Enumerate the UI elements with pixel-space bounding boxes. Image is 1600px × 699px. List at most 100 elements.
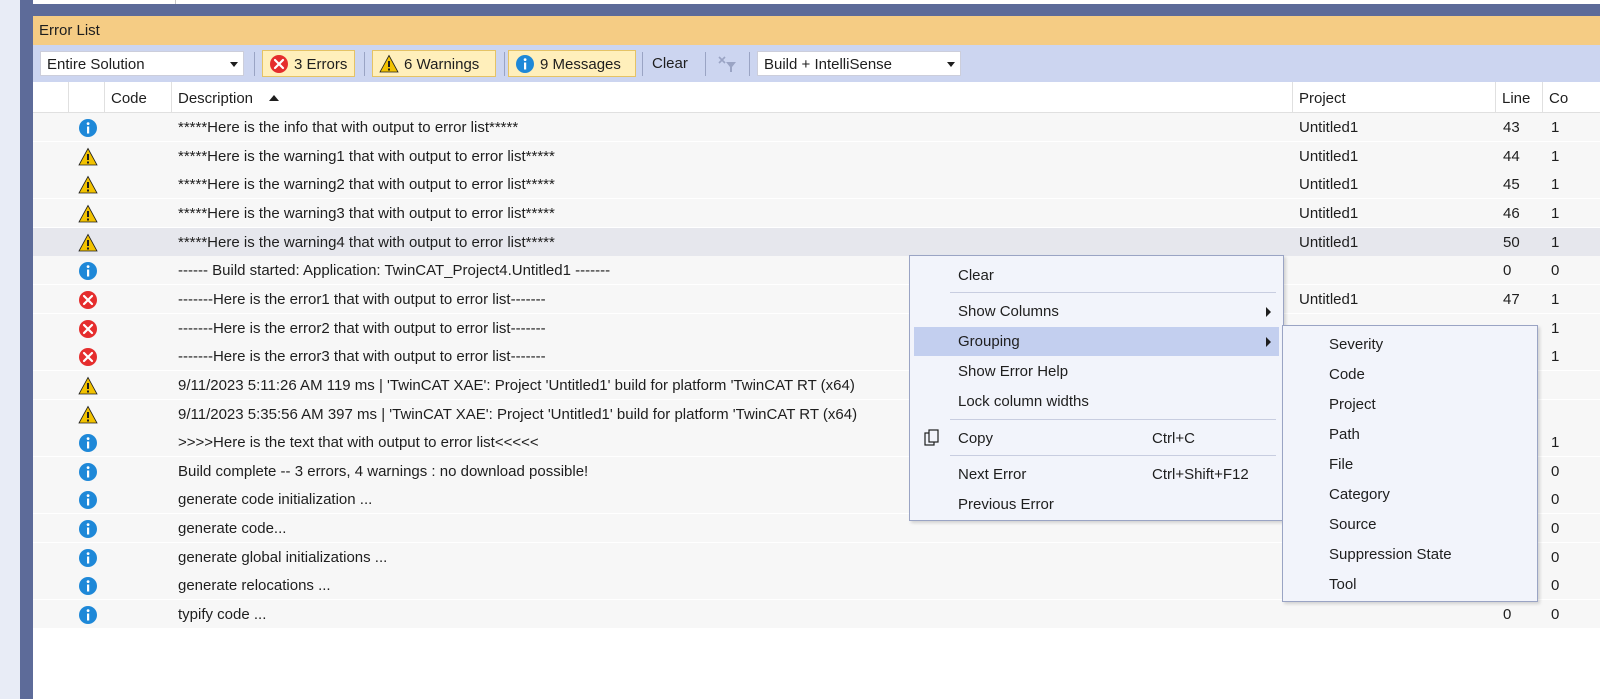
build-source-dropdown[interactable]: Build + IntelliSense (757, 51, 961, 76)
row-description: *****Here is the warning1 that with outp… (178, 147, 555, 165)
row-line: 47 (1503, 290, 1520, 308)
row-column: 0 (1551, 520, 1560, 538)
row-description: *****Here is the warning3 that with outp… (178, 204, 555, 222)
grouping-item-project[interactable]: Project (1287, 390, 1533, 420)
row-project: Untitled1 (1299, 204, 1359, 222)
menu-item-lock-column-widths-label: Lock column widths (958, 393, 1089, 410)
menu-item-previous-error[interactable]: Previous Error (914, 490, 1279, 519)
row-description: -------Here is the error1 that with outp… (178, 290, 546, 308)
menu-item-next-error-shortcut: Ctrl+Shift+F12 (1152, 466, 1249, 483)
toolbar-separator (504, 52, 505, 76)
scope-dropdown[interactable]: Entire Solution (40, 51, 244, 76)
menu-item-lock-column-widths[interactable]: Lock column widths (914, 387, 1279, 416)
clear-filter-button[interactable] (713, 50, 741, 77)
row-project: Untitled1 (1299, 119, 1359, 136)
row-column: 1 (1551, 290, 1560, 308)
table-row[interactable]: *****Here is the warning4 that with outp… (33, 227, 1600, 256)
panel-titlebar[interactable]: Error List (33, 16, 1600, 45)
row-line: 43 (1503, 119, 1520, 136)
errors-filter-button[interactable]: 3 Errors (262, 50, 355, 77)
row-column: 0 (1551, 577, 1560, 595)
menu-item-copy[interactable]: Copy Ctrl+C (914, 424, 1279, 453)
column-header-col[interactable]: Co (1542, 82, 1600, 112)
table-row[interactable]: -------Here is the error1 that with outp… (33, 284, 1600, 313)
document-tab-area (176, 0, 1600, 4)
row-line: 0 (1503, 262, 1512, 280)
column-header-blank[interactable] (33, 82, 68, 112)
clear-button[interactable]: Clear (646, 50, 692, 77)
row-description: *****Here is the warning2 that with outp… (178, 176, 555, 194)
column-header-project-label: Project (1299, 90, 1346, 107)
messages-filter-button[interactable]: 9 Messages (508, 50, 636, 77)
warning-icon (379, 54, 399, 73)
grouping-item-label: Severity (1329, 336, 1384, 353)
grouping-item-label: Suppression State (1329, 546, 1452, 563)
info-icon (78, 462, 98, 482)
info-icon (78, 118, 98, 138)
table-row[interactable]: *****Here is the warning2 that with outp… (33, 170, 1600, 199)
grouping-item-label: Path (1329, 426, 1360, 443)
messages-filter-label: 9 Messages (540, 56, 621, 73)
row-description: *****Here is the info that with output t… (178, 119, 519, 136)
row-column: 1 (1551, 147, 1560, 165)
scope-dropdown-value: Entire Solution (47, 56, 145, 73)
menu-item-show-columns[interactable]: Show Columns (914, 297, 1279, 326)
menu-item-next-error-label: Next Error (958, 466, 1027, 483)
row-column: 1 (1551, 319, 1560, 337)
menu-item-show-error-help[interactable]: Show Error Help (914, 357, 1279, 386)
grouping-item-source[interactable]: Source (1287, 510, 1533, 540)
warnings-filter-button[interactable]: 6 Warnings (372, 50, 496, 77)
row-description: 9/11/2023 5:35:56 AM 397 ms | 'TwinCAT X… (178, 405, 858, 423)
column-header-code[interactable]: Code (104, 82, 171, 112)
menu-item-next-error[interactable]: Next Error Ctrl+Shift+F12 (914, 460, 1279, 489)
grouping-item-path[interactable]: Path (1287, 420, 1533, 450)
table-row[interactable]: *****Here is the info that with output t… (33, 113, 1600, 141)
row-column: 0 (1551, 491, 1560, 509)
row-description: 9/11/2023 5:11:26 AM 119 ms | 'TwinCAT X… (178, 376, 855, 394)
column-header-line[interactable]: Line (1495, 82, 1542, 112)
grouping-item-severity[interactable]: Severity (1287, 330, 1533, 360)
info-icon (78, 433, 98, 453)
table-row[interactable]: typify code ... 0 0 (33, 600, 1600, 629)
column-header-project[interactable]: Project (1292, 82, 1495, 112)
row-description: generate global initializations ... (178, 548, 388, 566)
grouping-item-label: Code (1329, 366, 1365, 383)
error-icon (78, 347, 98, 367)
row-project: Untitled1 (1299, 147, 1359, 165)
menu-item-grouping-label: Grouping (958, 333, 1020, 350)
menu-item-grouping[interactable]: Grouping (914, 327, 1279, 356)
info-icon (78, 261, 98, 281)
grouping-item-suppression-state[interactable]: Suppression State (1287, 540, 1533, 570)
table-row[interactable]: *****Here is the warning3 that with outp… (33, 198, 1600, 227)
column-header-description[interactable]: Description (171, 82, 1292, 112)
menu-item-copy-label: Copy (958, 430, 994, 447)
error-icon (78, 319, 98, 339)
column-header-severity[interactable] (68, 82, 104, 112)
row-project: Untitled1 (1299, 290, 1359, 308)
row-column: 0 (1551, 606, 1560, 624)
warning-icon (78, 233, 98, 253)
menu-item-clear[interactable]: Clear (914, 261, 1279, 290)
left-gutter (0, 0, 20, 699)
menu-item-show-columns-label: Show Columns (958, 303, 1059, 320)
column-header-code-label: Code (111, 90, 147, 107)
grouping-item-category[interactable]: Category (1287, 480, 1533, 510)
grouping-item-file[interactable]: File (1287, 450, 1533, 480)
grouping-item-code[interactable]: Code (1287, 360, 1533, 390)
grouping-item-label: Tool (1329, 576, 1357, 593)
table-row[interactable]: *****Here is the warning1 that with outp… (33, 141, 1600, 170)
context-menu: Clear Show Columns Grouping Show Error H… (909, 255, 1284, 521)
info-icon (78, 519, 98, 539)
row-column: 1 (1551, 119, 1560, 136)
grouping-item-label: File (1329, 456, 1354, 473)
warnings-filter-label: 6 Warnings (404, 56, 480, 73)
build-source-value: Build + IntelliSense (764, 56, 892, 73)
toolbar-separator (364, 52, 365, 76)
warning-icon (78, 405, 98, 425)
window-frame-top (0, 0, 1600, 16)
grouping-item-tool[interactable]: Tool (1287, 570, 1533, 600)
menu-item-previous-error-label: Previous Error (958, 496, 1054, 513)
row-line: 0 (1503, 606, 1512, 624)
table-row[interactable]: ------ Build started: Application: TwinC… (33, 256, 1600, 285)
window-frame-left (20, 0, 33, 699)
